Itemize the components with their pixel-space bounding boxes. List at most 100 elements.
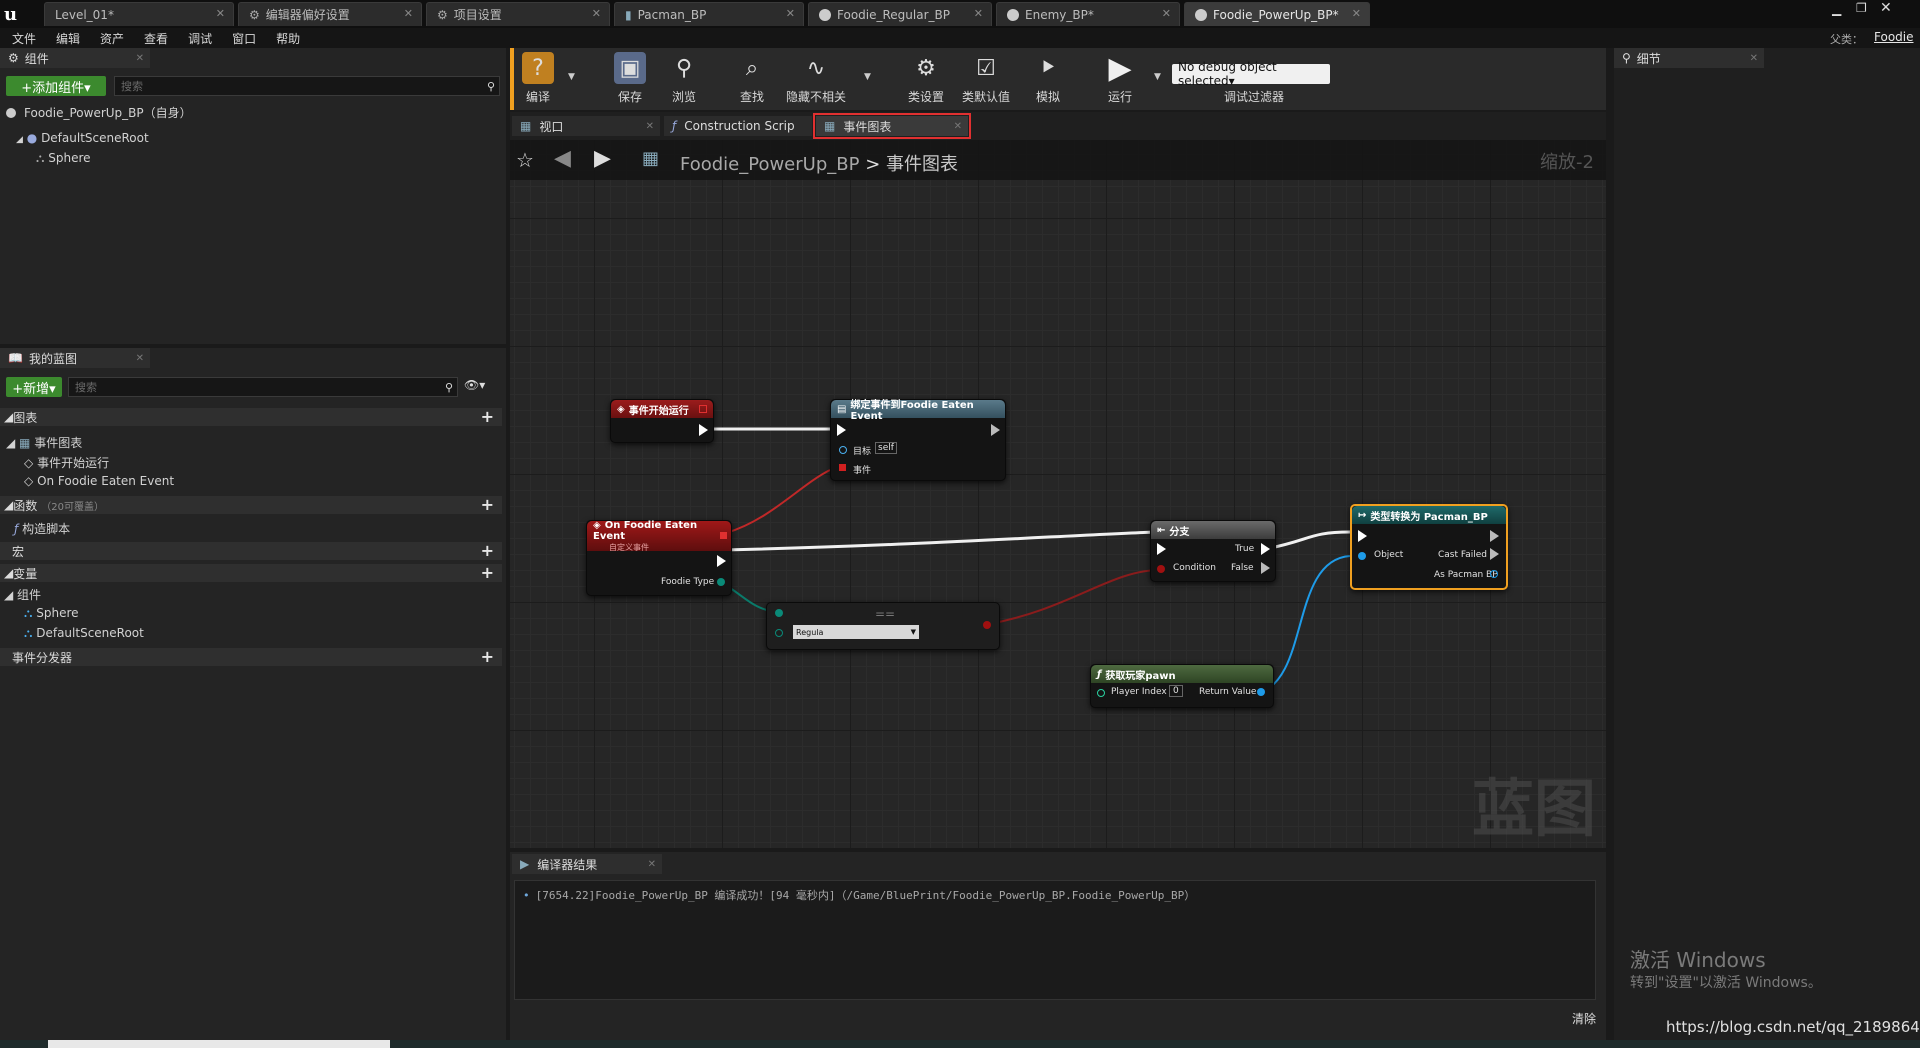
components-category[interactable]: ◢ 组件 xyxy=(4,586,41,603)
node-bind-event[interactable]: ▤ 绑定事件到Foodie Eaten Event 目标 self 事件 xyxy=(830,399,1006,481)
hide-options-arrow-icon[interactable]: ▼ xyxy=(864,72,871,82)
exec-out-pin[interactable] xyxy=(699,424,708,436)
functions-section[interactable]: ◢ 函数 （20可覆盖） + xyxy=(0,496,502,514)
close-icon[interactable]: ✕ xyxy=(1162,7,1171,20)
close-icon[interactable]: ✕ xyxy=(136,53,144,64)
delegate-pin[interactable] xyxy=(699,405,707,413)
parent-class-link[interactable]: Foodie xyxy=(1874,30,1914,44)
close-icon[interactable]: ✕ xyxy=(1352,7,1361,20)
graphs-section[interactable]: ◢ 图表 + xyxy=(0,408,502,426)
macros-section[interactable]: 宏 + xyxy=(0,542,502,560)
menu-file[interactable]: 文件 xyxy=(12,30,36,47)
node-cast-to-pacman[interactable]: ↦ 类型转换为 Pacman_BP Object Cast Failed As P… xyxy=(1350,504,1508,590)
close-icon[interactable]: ✕ xyxy=(648,859,656,870)
player-index-pin[interactable] xyxy=(1097,689,1105,697)
compile-options-arrow-icon[interactable]: ▼ xyxy=(568,72,575,82)
enum-in-pin-a[interactable] xyxy=(775,609,783,617)
player-index-field[interactable]: 0 xyxy=(1169,685,1183,697)
view-options-icon[interactable]: 👁▾ xyxy=(464,378,485,392)
debug-object-select[interactable]: No debug object selected▾ xyxy=(1172,60,1330,88)
add-variable-button[interactable]: + xyxy=(481,565,494,581)
node-get-player-pawn[interactable]: ƒ 获取玩家pawn Player Index 0 Return Value xyxy=(1090,664,1274,708)
add-function-button[interactable]: + xyxy=(481,497,494,513)
delegate-pin[interactable] xyxy=(720,532,727,539)
variables-section[interactable]: ◢ 变量 + xyxy=(0,564,502,582)
unreal-logo-icon[interactable]: u xyxy=(4,4,24,25)
close-icon[interactable]: ✕ xyxy=(646,121,654,132)
add-component-button[interactable]: +添加组件▾ xyxy=(6,76,106,96)
doc-tab-project-settings[interactable]: ⚙ 项目设置 ✕ xyxy=(426,2,610,26)
menu-help[interactable]: 帮助 xyxy=(276,30,300,47)
play-button[interactable]: ▶ 运行 xyxy=(1092,51,1148,108)
var-sphere-item[interactable]: ⛬ Sphere xyxy=(24,606,79,621)
foodie-type-pin[interactable] xyxy=(717,578,725,586)
close-icon[interactable]: ✕ xyxy=(1750,53,1758,64)
dispatchers-section[interactable]: 事件分发器 + xyxy=(0,648,502,666)
target-pin[interactable] xyxy=(839,446,847,454)
exec-in-pin[interactable] xyxy=(1157,543,1166,555)
exec-false-pin[interactable] xyxy=(1261,562,1270,574)
add-macro-button[interactable]: + xyxy=(481,543,494,559)
menu-debug[interactable]: 调试 xyxy=(188,30,212,47)
play-options-arrow-icon[interactable]: ▼ xyxy=(1154,72,1161,82)
new-button[interactable]: +新增▾ xyxy=(6,377,62,397)
condition-pin[interactable] xyxy=(1157,565,1165,573)
maximize-icon[interactable]: ❐ xyxy=(1856,1,1867,15)
construction-script-item[interactable]: ƒ 构造脚本 xyxy=(14,520,70,537)
close-window-icon[interactable]: ✕ xyxy=(1880,0,1892,16)
find-button[interactable]: ⌕ 查找 xyxy=(724,52,780,108)
self-item[interactable]: Foodie_PowerUp_BP（自身） xyxy=(6,104,192,121)
enum-in-pin-b[interactable] xyxy=(775,629,783,637)
close-icon[interactable]: ✕ xyxy=(974,7,983,20)
tab-event-graph[interactable]: ▦ 事件图表 ✕ xyxy=(813,113,971,139)
as-pacman-pin[interactable] xyxy=(1490,570,1498,578)
menu-asset[interactable]: 资产 xyxy=(100,30,124,47)
clear-button[interactable]: 清除 xyxy=(1572,1010,1596,1027)
close-icon[interactable]: ✕ xyxy=(592,7,601,20)
components-search-input[interactable]: 搜索 ⚲ xyxy=(114,76,500,96)
node-event-begin-play[interactable]: ◈ 事件开始运行 xyxy=(610,399,714,443)
components-tab[interactable]: ⚙ 组件 ✕ xyxy=(0,48,150,68)
browse-button[interactable]: ⚲ 浏览 xyxy=(656,52,712,108)
minimize-icon[interactable]: ▁ xyxy=(1832,2,1841,16)
expand-arrow-icon[interactable]: ◢ xyxy=(16,135,23,145)
class-defaults-button[interactable]: ☑ 类默认值 xyxy=(958,52,1014,108)
my-blueprint-tab[interactable]: 📖 我的蓝图 ✕ xyxy=(0,348,150,368)
add-graph-button[interactable]: + xyxy=(481,409,494,425)
return-value-pin[interactable] xyxy=(1257,688,1265,696)
menu-edit[interactable]: 编辑 xyxy=(56,30,80,47)
event-graph-item[interactable]: ◢ ▦ 事件图表 xyxy=(6,434,82,451)
menu-window[interactable]: 窗口 xyxy=(232,30,256,47)
simulate-button[interactable]: ⯈ 模拟 xyxy=(1020,52,1076,108)
close-icon[interactable]: ✕ xyxy=(954,121,962,132)
target-default-field[interactable]: self xyxy=(875,442,897,454)
object-pin[interactable] xyxy=(1358,552,1366,560)
exec-cast-failed-pin[interactable] xyxy=(1490,548,1499,560)
var-defaultsceneroot-item[interactable]: ⛬ DefaultSceneRoot xyxy=(24,626,144,641)
exec-true-pin[interactable] xyxy=(1261,543,1270,555)
event-pin[interactable] xyxy=(839,464,846,471)
node-equals-enum[interactable]: == Regula ▼ xyxy=(766,602,1000,650)
exec-in-pin[interactable] xyxy=(837,424,846,436)
blueprint-search-input[interactable]: 搜索 ⚲ xyxy=(68,377,458,397)
event-begin-play-item[interactable]: ◇ 事件开始运行 xyxy=(24,454,109,471)
node-branch[interactable]: ⇤ 分支 True Condition False xyxy=(1150,520,1276,582)
doc-tab-enemy-bp[interactable]: Enemy_BP* ✕ xyxy=(996,2,1180,26)
doc-tab-level[interactable]: Level_01* ✕ xyxy=(44,2,234,26)
doc-tab-editor-prefs[interactable]: ⚙ 编辑器偏好设置 ✕ xyxy=(238,2,422,26)
tab-viewport[interactable]: ▦ 视口 ✕ xyxy=(512,116,660,136)
details-tab[interactable]: ⚲ 细节 ✕ xyxy=(1614,48,1764,68)
add-dispatcher-button[interactable]: + xyxy=(481,649,494,665)
close-icon[interactable]: ✕ xyxy=(404,7,413,20)
tab-construction-script[interactable]: ƒ Construction Scrip xyxy=(664,116,812,136)
doc-tab-foodie-powerup[interactable]: Foodie_PowerUp_BP* ✕ xyxy=(1184,2,1370,26)
tree-item-defaultsceneroot[interactable]: ◢ ● DefaultSceneRoot xyxy=(16,131,149,145)
compile-button[interactable]: ? 编译 xyxy=(510,52,566,108)
menu-view[interactable]: 查看 xyxy=(144,30,168,47)
enum-value-select[interactable]: Regula ▼ xyxy=(793,625,919,639)
exec-out-pin[interactable] xyxy=(991,424,1000,436)
doc-tab-foodie-regular[interactable]: Foodie_Regular_BP ✕ xyxy=(808,2,992,26)
node-custom-event[interactable]: ◈ On Foodie Eaten Event 自定义事件 Foodie Type xyxy=(586,520,732,596)
close-icon[interactable]: ✕ xyxy=(136,353,144,364)
tree-item-sphere[interactable]: ⛬ Sphere xyxy=(36,151,91,166)
